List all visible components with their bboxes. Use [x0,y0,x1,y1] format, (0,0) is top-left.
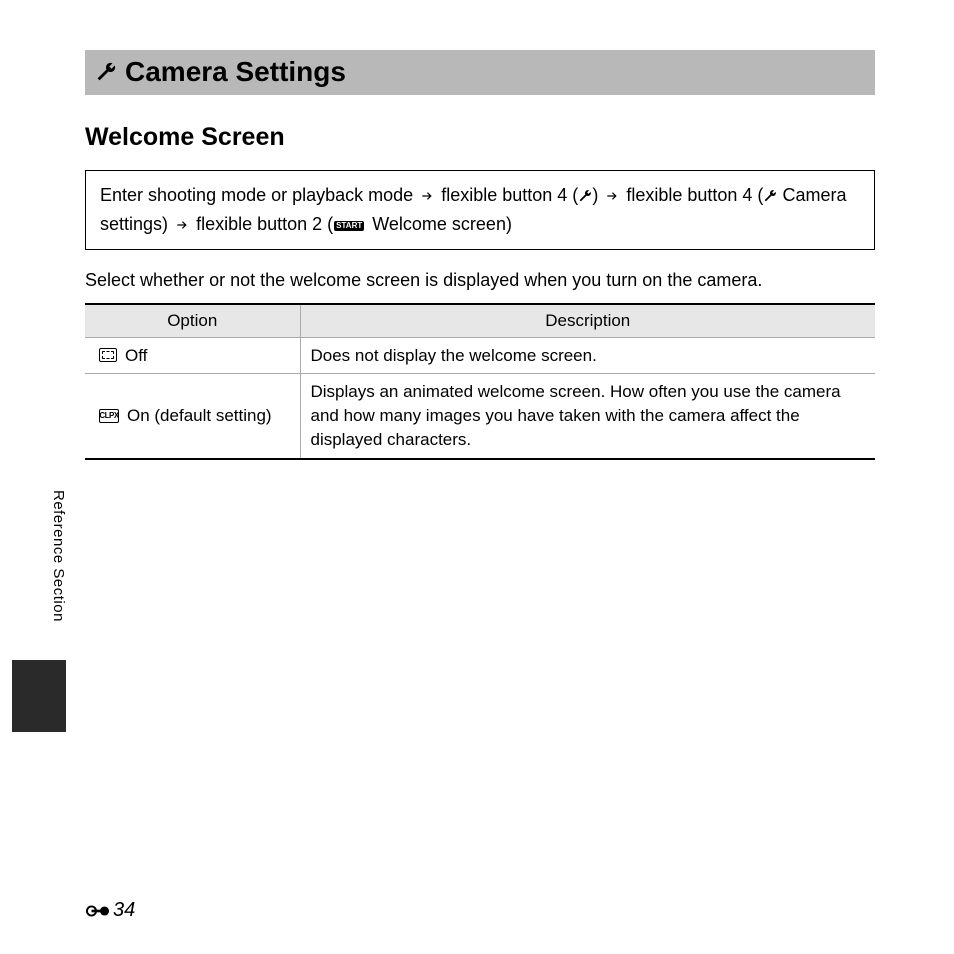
arrow-right-icon [175,218,189,232]
start-badge-icon: START [334,221,364,231]
table-row: CLPX On (default setting) Displays an an… [85,374,875,459]
nav-segment: flexible button 4 ( [441,185,578,205]
nav-segment: flexible button 4 ( [626,185,763,205]
option-description: Displays an animated welcome screen. How… [300,374,875,459]
option-label: Off [125,344,147,368]
reference-link-icon [85,903,111,919]
page-number-value: 34 [113,899,135,922]
side-tab-marker [12,660,66,732]
option-label: On (default setting) [127,404,272,428]
off-screen-icon [99,348,117,362]
side-section-label: Reference Section [50,490,67,622]
arrow-right-icon [420,189,434,203]
on-screen-icon: CLPX [99,409,119,423]
wrench-icon [578,189,592,203]
table-row: Off Does not display the welcome screen. [85,337,875,374]
page-content: Camera Settings Welcome Screen Enter sho… [85,50,875,460]
col-header-option: Option [85,304,300,338]
page-number: 34 [85,899,135,922]
section-title: Camera Settings [125,56,346,88]
nav-segment: Welcome screen) [367,214,512,234]
wrench-icon [95,61,117,83]
option-description: Does not display the welcome screen. [300,337,875,374]
arrow-right-icon [605,189,619,203]
wrench-icon [763,189,777,203]
subsection-heading: Welcome Screen [85,123,875,152]
nav-segment: ) [592,185,598,205]
col-header-description: Description [300,304,875,338]
navigation-path-box: Enter shooting mode or playback mode fle… [85,170,875,250]
section-header-bar: Camera Settings [85,50,875,95]
options-table: Option Description Off Does not display … [85,303,875,460]
nav-segment: Enter shooting mode or playback mode [100,185,413,205]
intro-text: Select whether or not the welcome screen… [85,270,875,291]
nav-segment: flexible button 2 ( [196,214,333,234]
